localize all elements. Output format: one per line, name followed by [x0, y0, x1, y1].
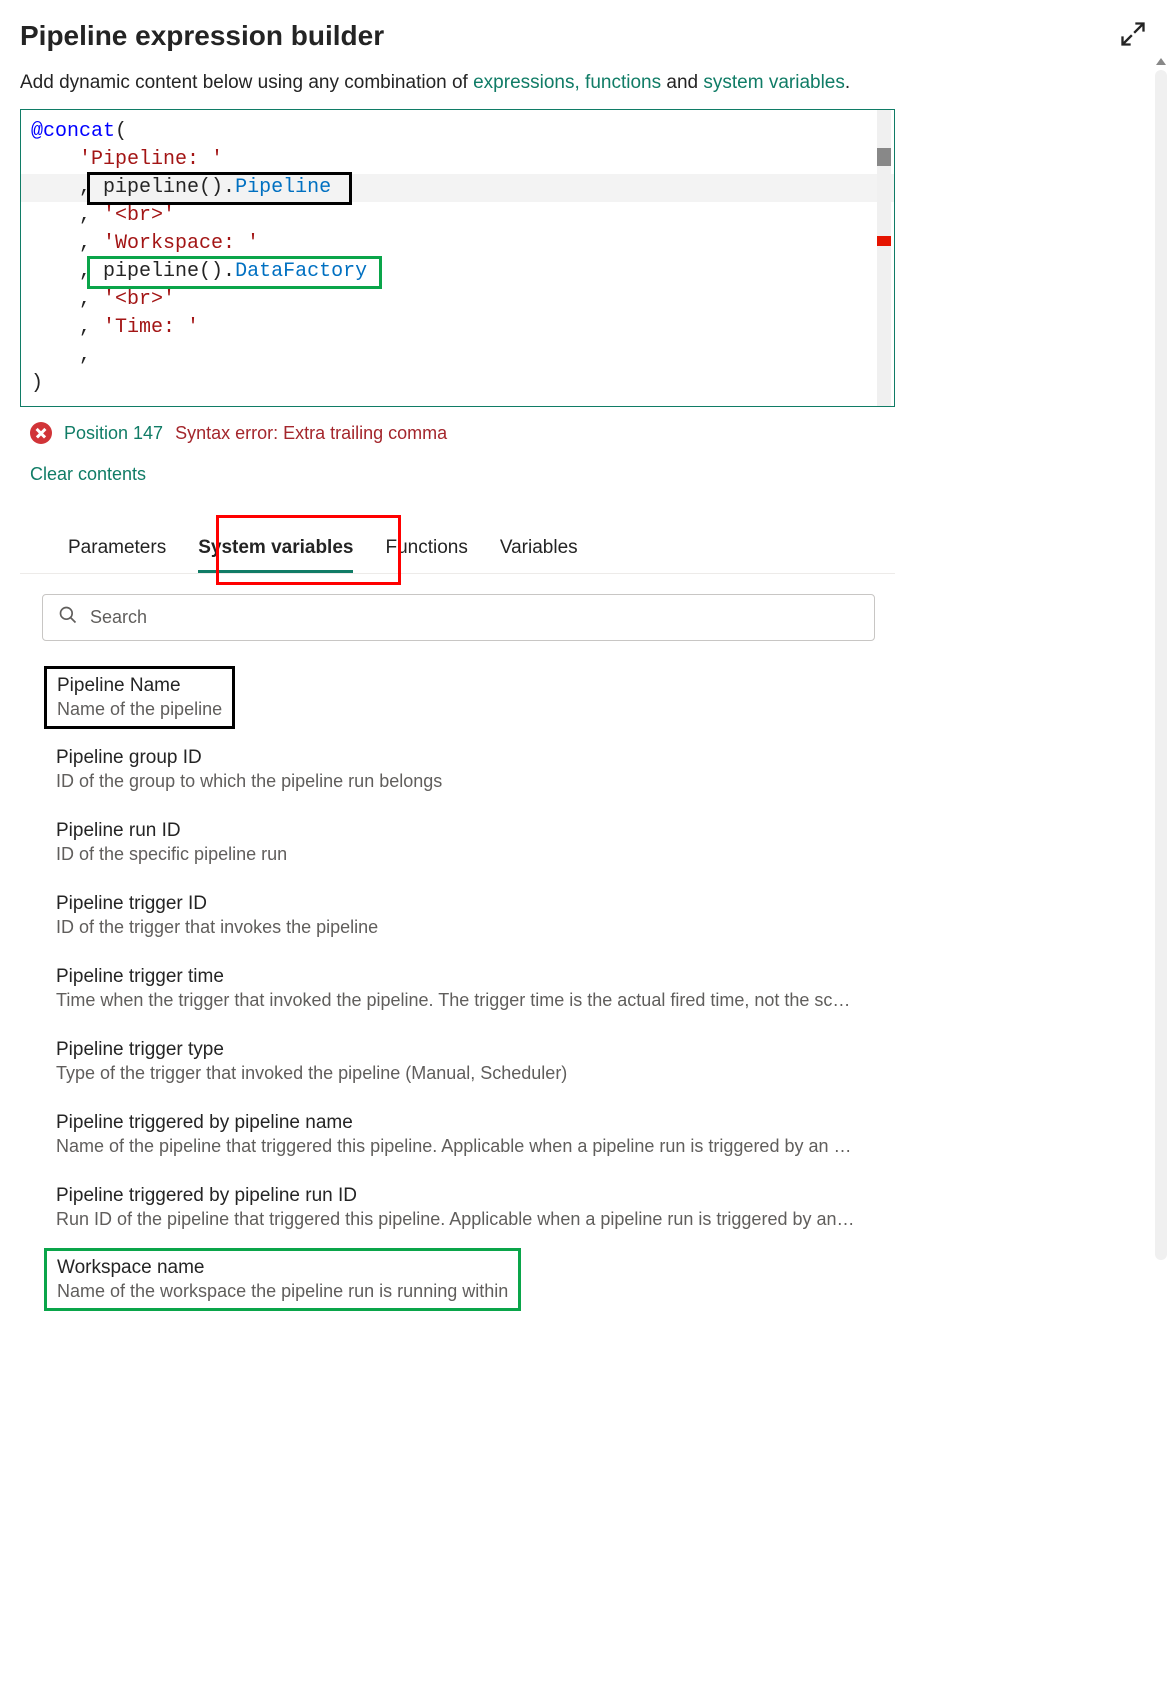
- var-name[interactable]: Workspace name: [57, 1257, 508, 1279]
- var-name: Pipeline triggered by pipeline run ID: [56, 1185, 859, 1207]
- var-desc: Name of the pipeline that triggered this…: [56, 1136, 859, 1157]
- var-desc: Run ID of the pipeline that triggered th…: [56, 1209, 859, 1230]
- link-system-variables[interactable]: system variables: [703, 72, 845, 93]
- tabs-container: Parameters System variables Functions Va…: [20, 525, 895, 574]
- link-functions[interactable]: functions: [580, 72, 661, 93]
- search-container[interactable]: [42, 594, 875, 641]
- var-desc: Name of the pipeline: [57, 699, 222, 720]
- error-position: Position 147: [64, 423, 163, 444]
- var-name: Pipeline triggered by pipeline name: [56, 1112, 859, 1134]
- annotation-box-pipeline-name: Pipeline Name Name of the pipeline: [44, 666, 235, 729]
- link-expressions[interactable]: expressions,: [473, 72, 580, 93]
- var-name: Pipeline trigger ID: [56, 893, 859, 915]
- error-icon: [30, 422, 52, 444]
- var-name: Pipeline trigger time: [56, 966, 859, 988]
- var-desc: Time when the trigger that invoked the p…: [56, 990, 859, 1011]
- tab-variables[interactable]: Variables: [500, 525, 578, 573]
- tab-functions[interactable]: Functions: [385, 525, 467, 573]
- tab-parameters[interactable]: Parameters: [68, 525, 166, 573]
- var-item-pipeline-group-id[interactable]: Pipeline group ID ID of the group to whi…: [56, 737, 859, 810]
- scroll-arrow-up: [1156, 58, 1166, 65]
- error-message-row: Position 147 Syntax error: Extra trailin…: [30, 422, 895, 444]
- search-icon: [58, 605, 78, 630]
- var-name[interactable]: Pipeline Name: [57, 675, 222, 697]
- var-item-triggered-by-run-id[interactable]: Pipeline triggered by pipeline run ID Ru…: [56, 1175, 859, 1248]
- expression-editor[interactable]: @concat( 'Pipeline: ' , pipeline().Pipel…: [20, 109, 895, 407]
- page-scrollbar[interactable]: [1155, 70, 1167, 1260]
- var-item-pipeline-trigger-type[interactable]: Pipeline trigger type Type of the trigge…: [56, 1029, 859, 1102]
- var-desc: ID of the trigger that invokes the pipel…: [56, 917, 859, 938]
- var-desc: Name of the workspace the pipeline run i…: [57, 1281, 508, 1302]
- var-desc: Type of the trigger that invoked the pip…: [56, 1063, 859, 1084]
- annotation-box-workspace-name: Workspace name Name of the workspace the…: [44, 1248, 521, 1311]
- page-title: Pipeline expression builder: [20, 20, 384, 52]
- var-desc: ID of the specific pipeline run: [56, 844, 859, 865]
- tab-system-variables[interactable]: System variables: [198, 525, 353, 573]
- search-input[interactable]: [90, 607, 859, 628]
- var-name: Pipeline run ID: [56, 820, 859, 842]
- editor-scroll-thumb[interactable]: [877, 148, 891, 166]
- var-desc: ID of the group to which the pipeline ru…: [56, 771, 859, 792]
- clear-contents-link[interactable]: Clear contents: [30, 464, 895, 485]
- description-text: Add dynamic content below using any comb…: [20, 72, 895, 94]
- expand-icon[interactable]: [1119, 20, 1147, 48]
- error-text: Syntax error: Extra trailing comma: [175, 423, 447, 444]
- system-variables-list: Pipeline Name Name of the pipeline Pipel…: [20, 666, 895, 1311]
- var-item-triggered-by-name[interactable]: Pipeline triggered by pipeline name Name…: [56, 1102, 859, 1175]
- editor-error-marker: [877, 236, 891, 246]
- var-item-pipeline-run-id[interactable]: Pipeline run ID ID of the specific pipel…: [56, 810, 859, 883]
- var-name: Pipeline group ID: [56, 747, 859, 769]
- var-name: Pipeline trigger type: [56, 1039, 859, 1061]
- var-item-pipeline-trigger-time[interactable]: Pipeline trigger time Time when the trig…: [56, 956, 859, 1029]
- var-item-pipeline-trigger-id[interactable]: Pipeline trigger ID ID of the trigger th…: [56, 883, 859, 956]
